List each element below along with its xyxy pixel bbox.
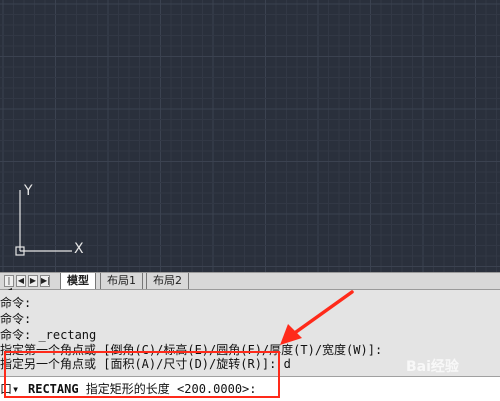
- watermark-main-text: Bai经验: [406, 359, 459, 375]
- history-line: 命令:: [0, 296, 32, 310]
- watermark-sub-text: jingyan.baidu.com: [400, 376, 483, 385]
- tab-layout2[interactable]: 布局2: [146, 273, 189, 289]
- drawing-canvas[interactable]: Y X: [0, 0, 500, 272]
- annotation-highlight-box: [4, 351, 280, 398]
- ucs-y-label: Y: [24, 183, 33, 199]
- watermark-logo: Bai经验 jingyan.baidu.com: [382, 352, 492, 392]
- ucs-x-label: X: [74, 241, 84, 257]
- ucs-icon: Y X: [10, 183, 100, 265]
- history-line: 命令: _rectang: [0, 328, 97, 342]
- tab-layout1[interactable]: 布局1: [100, 273, 143, 289]
- layout-tab-bar: |◀ ◀ ▶ ▶| 模型 布局1 布局2: [0, 272, 500, 295]
- last-tab-button[interactable]: ▶|: [40, 275, 50, 287]
- history-line: 命令:: [0, 312, 32, 326]
- next-tab-button[interactable]: ▶: [28, 275, 38, 287]
- first-tab-button[interactable]: |◀: [4, 275, 14, 295]
- tab-model[interactable]: 模型: [60, 273, 96, 289]
- prev-tab-button[interactable]: ◀: [16, 275, 26, 287]
